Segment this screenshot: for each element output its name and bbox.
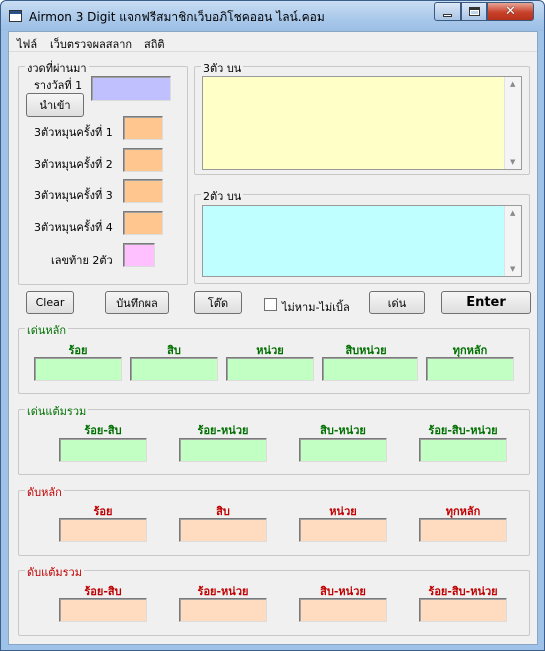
main-sum-hundreds-units-field[interactable] xyxy=(179,438,267,462)
main-digit-units-field[interactable] xyxy=(226,357,314,381)
cut-digit-hundreds-field[interactable] xyxy=(59,518,147,542)
main-digit-all-field[interactable] xyxy=(426,357,514,381)
scroll-up-icon[interactable]: ▲ xyxy=(510,209,515,217)
play-button[interactable]: เด่น xyxy=(369,291,425,314)
cut-digit-tens-field[interactable] xyxy=(179,518,267,542)
no-double-checkbox[interactable] xyxy=(264,298,277,311)
save-result-button[interactable]: บันทึกผล xyxy=(105,291,169,314)
cut-digit-all-field[interactable] xyxy=(419,518,507,542)
cut-digit-label: ดับหลัก xyxy=(25,483,64,501)
spin2-label: 3ตัวหมุนครั้งที่ 2 xyxy=(34,158,113,171)
top3-textarea[interactable]: ▲ ▼ xyxy=(202,76,522,170)
top3-scrollbar[interactable]: ▲ ▼ xyxy=(504,77,521,169)
prize1-label: รางวัลที่ 1 xyxy=(34,79,83,92)
spin2-field[interactable] xyxy=(123,148,163,172)
close-icon: ✕ xyxy=(505,4,516,19)
main-sum-all-field[interactable] xyxy=(419,438,507,462)
spin4-label: 3ตัวหมุนครั้งที่ 4 xyxy=(34,221,113,234)
top3-group: 3ตัว บน ▲ ▼ xyxy=(194,59,530,175)
main-sum-col-tens-units: สิบ-หน่วย xyxy=(320,424,366,437)
clear-button[interactable]: Clear xyxy=(26,291,74,314)
main-sum-col-hundreds-units: ร้อย-หน่วย xyxy=(197,424,249,437)
scroll-down-icon[interactable]: ▼ xyxy=(510,265,515,273)
cut-sum-group: ดับแต้มรวม ร้อย-สิบ ร้อย-หน่วย สิบ-หน่วย… xyxy=(18,563,530,636)
close-button[interactable]: ✕ xyxy=(487,2,534,21)
spin3-field[interactable] xyxy=(123,179,163,203)
minimize-button[interactable] xyxy=(434,2,461,21)
prize1-field[interactable] xyxy=(91,76,171,101)
cut-digit-group: ดับหลัก ร้อย สิบ หน่วย ทุกหลัก xyxy=(18,483,530,556)
menu-file[interactable]: ไฟล์ xyxy=(17,35,37,53)
spin3-label: 3ตัวหมุนครั้งที่ 3 xyxy=(34,189,113,202)
menu-statistics[interactable]: สถิติ xyxy=(144,35,165,53)
app-window: Airmon 3 Digit แจกฟรีสมาชิกเว็บอภิโชคออน… xyxy=(0,0,545,651)
main-digit-group: เด่นหลัก ร้อย สิบ หน่วย สิบหน่วย ทุกหลัก xyxy=(18,321,530,394)
scroll-down-icon[interactable]: ▼ xyxy=(510,158,515,166)
cut-sum-hundreds-tens-field[interactable] xyxy=(59,598,147,622)
spin1-field[interactable] xyxy=(123,116,163,140)
spin1-label: 3ตัวหมุนครั้งที่ 1 xyxy=(34,126,113,139)
main-sum-hundreds-tens-field[interactable] xyxy=(59,438,147,462)
cut-sum-tens-units-field[interactable] xyxy=(299,598,387,622)
top2-group: 2ตัว บน ▲ ▼ xyxy=(194,187,530,284)
title-bar[interactable]: Airmon 3 Digit แจกฟรีสมาชิกเว็บอภิโชคออน… xyxy=(1,1,544,31)
cut-sum-label: ดับแต้มรวม xyxy=(25,563,84,581)
main-sum-col-hundreds-tens: ร้อย-สิบ xyxy=(84,424,122,437)
enter-button[interactable]: Enter xyxy=(441,291,531,314)
main-sum-col-all: ร้อย-สิบ-หน่วย xyxy=(428,424,498,437)
top3-label: 3ตัว บน xyxy=(201,59,244,77)
window-title: Airmon 3 Digit แจกฟรีสมาชิกเว็บอภิโชคออน… xyxy=(29,10,325,24)
menu-lottery-check[interactable]: เว็บตรวจผลสลาก xyxy=(50,35,132,53)
maximize-button[interactable] xyxy=(461,2,487,21)
spin4-field[interactable] xyxy=(123,211,163,235)
last2-field[interactable] xyxy=(123,243,155,267)
main-sum-label: เด่นแต้มรวม xyxy=(25,402,89,420)
main-sum-tens-units-field[interactable] xyxy=(299,438,387,462)
import-button[interactable]: นำเข้า xyxy=(26,93,84,117)
scroll-up-icon[interactable]: ▲ xyxy=(510,80,515,88)
main-digit-hundreds-field[interactable] xyxy=(34,357,122,381)
past-draw-group: งวดที่ผ่านมา รางวัลที่ 1 นำเข้า 3ตัวหมุน… xyxy=(18,59,188,285)
cut-sum-hundreds-units-field[interactable] xyxy=(179,598,267,622)
toto-button[interactable]: โต๊ด xyxy=(194,291,242,314)
main-digit-tens-field[interactable] xyxy=(130,357,218,381)
no-double-label: ไม่หาม-ไม่เบิ้ล xyxy=(282,301,350,314)
cut-digit-units-field[interactable] xyxy=(299,518,387,542)
client-area: ไฟล์ เว็บตรวจผลสลาก สถิติ งวดที่ผ่านมา ร… xyxy=(8,31,538,645)
maximize-icon xyxy=(468,7,480,16)
app-icon[interactable] xyxy=(9,10,22,22)
past-draw-label: งวดที่ผ่านมา xyxy=(25,59,89,77)
last2-label: เลขท้าย 2ตัว xyxy=(51,254,113,267)
main-digit-label: เด่นหลัก xyxy=(25,321,69,339)
menu-bar: ไฟล์ เว็บตรวจผลสลาก สถิติ xyxy=(9,32,537,52)
main-sum-group: เด่นแต้มรวม ร้อย-สิบ ร้อย-หน่วย สิบ-หน่ว… xyxy=(18,402,530,475)
top2-textarea[interactable]: ▲ ▼ xyxy=(202,205,522,277)
cut-sum-all-field[interactable] xyxy=(419,598,507,622)
top2-label: 2ตัว บน xyxy=(201,187,244,205)
minimize-icon xyxy=(443,14,452,17)
top2-scrollbar[interactable]: ▲ ▼ xyxy=(504,206,521,276)
main-digit-tens-units-field[interactable] xyxy=(322,357,418,381)
